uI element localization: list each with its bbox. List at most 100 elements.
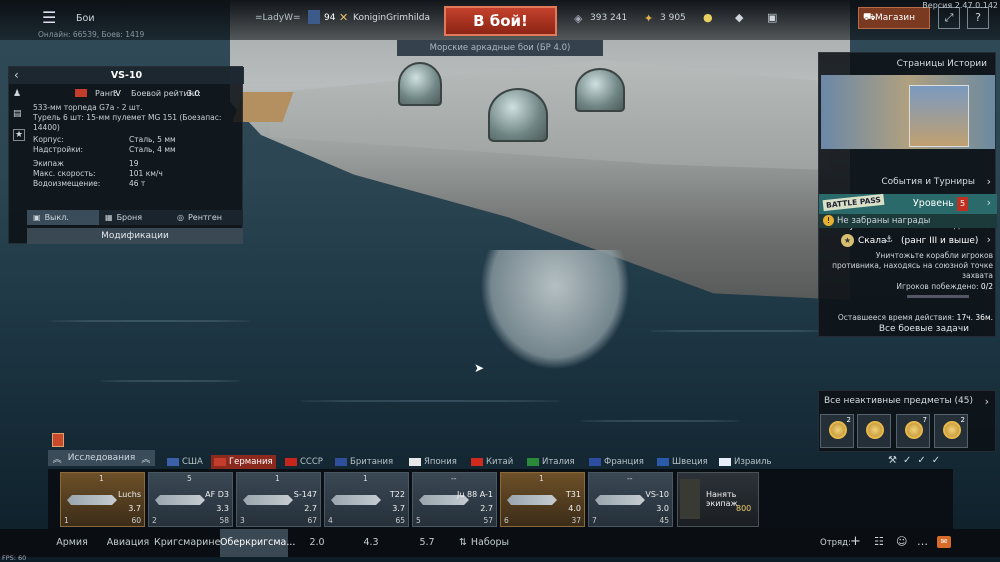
tab-aviation[interactable]: Авиация xyxy=(102,529,154,557)
double-check-icon[interactable]: ✓ xyxy=(917,455,925,466)
player-name[interactable]: KoniginGrimhilda xyxy=(353,13,430,23)
presets-button[interactable]: ⇅ Наборы xyxy=(456,529,512,557)
tab-kriegsmarine[interactable]: Кригсмарине xyxy=(154,529,220,557)
nation-tab[interactable]: СССР xyxy=(285,455,323,469)
chat-icon[interactable]: … xyxy=(917,535,928,548)
nation-flag-icon xyxy=(719,458,731,466)
superstructure-value: Сталь, 4 мм xyxy=(129,145,176,154)
cube-icon: ▣ xyxy=(33,213,41,222)
history-pages-link[interactable]: Страницы Истории xyxy=(819,53,995,75)
medal-item[interactable]: 7 xyxy=(896,414,930,448)
nation-flag-icon xyxy=(527,458,539,466)
events-tournaments-link[interactable]: События и Турниры › xyxy=(819,171,997,193)
game-mode-selector[interactable]: Морские аркадные бои (БР 4.0) xyxy=(397,40,603,56)
crew-level: 60 xyxy=(131,516,141,525)
medal-item[interactable]: 2 xyxy=(820,414,854,448)
vehicle-card[interactable]: 1 Luchs 3.7 1 60 xyxy=(60,472,145,527)
nation-label: Британия xyxy=(350,457,394,467)
checkmark-icon[interactable]: ✓ xyxy=(903,455,911,466)
inactive-items-link[interactable]: Все неактивные предметы (45) › xyxy=(819,391,995,411)
weapon-line: 533-мм торпеда G7a - 2 шт. xyxy=(33,103,143,112)
nation-tab[interactable]: США xyxy=(167,455,203,469)
vehicle-card[interactable]: -- Ju 88 A-1 2.7 5 57 xyxy=(412,472,497,527)
fps-counter: FPS: 60 xyxy=(2,554,27,562)
help-icon[interactable]: ? xyxy=(967,7,989,29)
vehicle-count: 1 xyxy=(363,474,368,483)
vehicle-card[interactable]: 1 T22 3.7 4 65 xyxy=(324,472,409,527)
all-battle-tasks-link[interactable]: Все боевые задачи xyxy=(829,324,969,334)
battles-label[interactable]: Бои xyxy=(76,13,95,24)
speed-value: 101 км/ч xyxy=(129,169,163,178)
friends-icon[interactable]: ☺ xyxy=(896,535,907,548)
turret-dome xyxy=(488,88,548,142)
battle-pass-level-label: Уровень xyxy=(913,198,954,209)
shop-button[interactable]: ⛟ Магазин xyxy=(858,7,930,29)
favorite-star-icon[interactable]: ★ xyxy=(13,129,25,141)
battle-task-header[interactable]: ★ Скала ⚓ (ранг III и выше) › xyxy=(819,231,997,251)
battle-pass-banner[interactable]: BATTLE PASS Уровень 5 › xyxy=(819,193,997,214)
unclaimed-rewards-row[interactable]: ! Не забраны награды xyxy=(819,214,997,228)
tab-oberkriegsmarine[interactable]: Оберкригсма... xyxy=(220,529,295,557)
nation-tab[interactable]: Япония xyxy=(409,455,457,469)
nation-tab[interactable]: Израиль xyxy=(719,455,771,469)
battle-pass-level-badge: 5 xyxy=(957,197,968,211)
vehicle-br: 2.7 xyxy=(480,504,493,513)
mail-icon[interactable]: ✉ xyxy=(937,536,951,548)
player-level: 94 xyxy=(324,13,336,23)
info-icon[interactable]: ▤ xyxy=(13,109,22,119)
history-banner-image[interactable] xyxy=(821,75,995,149)
crew-level: 57 xyxy=(483,516,493,525)
nation-tab[interactable]: Франция xyxy=(589,455,644,469)
nation-tab[interactable]: Германия xyxy=(211,455,276,469)
history-portrait-image xyxy=(909,85,969,147)
br-filter-2-0[interactable]: 2.0 xyxy=(300,529,334,557)
armor-icon: ▦ xyxy=(105,213,113,222)
checkmark-all-icon[interactable]: ✓ xyxy=(932,455,940,466)
armor-stats: Корпус: Сталь, 5 мм Надстройки: Сталь, 4 м… xyxy=(33,135,193,155)
br-filter-5-7[interactable]: 5.7 xyxy=(410,529,444,557)
ship-icon: ⚓ xyxy=(885,235,894,245)
vehicle-card[interactable]: 5 AF D3 3.3 2 58 xyxy=(148,472,233,527)
medal-count: 2 xyxy=(846,416,851,424)
germany-flag-icon xyxy=(75,89,87,97)
lightbulb-icon[interactable]: ● xyxy=(703,11,713,24)
nation-tab[interactable]: Китай xyxy=(471,455,513,469)
marketplace-icon[interactable]: ▣ xyxy=(767,11,777,24)
inactive-items-label: Все неактивные предметы (45) xyxy=(823,396,973,406)
crew-icon[interactable]: ♟ xyxy=(13,89,21,99)
weapon-line: Турель 6 шт: 15-мм пулемет MG 151 (Боеза… xyxy=(33,113,222,132)
fullscreen-icon[interactable]: ⤢ xyxy=(938,7,960,29)
hire-crew-card[interactable]: Нанять экипаж 800 xyxy=(677,472,759,527)
medal-item[interactable]: 2 xyxy=(934,414,968,448)
wrench-icon[interactable]: ⚒ xyxy=(888,455,897,466)
vehicle-name: S-147 xyxy=(293,490,317,499)
vehicle-card[interactable]: 1 T31 4.0 6 37 xyxy=(500,472,585,527)
to-battle-button[interactable]: В бой! xyxy=(444,6,557,36)
view-tab-label: Броня xyxy=(116,213,143,222)
tab-army[interactable]: Армия xyxy=(48,529,96,557)
view-tab-armor[interactable]: ▦ Броня xyxy=(99,210,171,225)
task-progress-bar xyxy=(907,295,969,298)
vehicle-card[interactable]: 1 S-147 2.7 3 67 xyxy=(236,472,321,527)
vehicle-card[interactable]: -- VS-10 3.0 7 45 xyxy=(588,472,673,527)
vehicle-name: Ju 88 A-1 xyxy=(457,490,493,499)
medal-item[interactable] xyxy=(857,414,891,448)
nation-label: Франция xyxy=(604,457,644,467)
nation-tab[interactable]: Британия xyxy=(335,455,393,469)
crew-level: 58 xyxy=(219,516,229,525)
research-button[interactable]: ︽ Исследования ︽ xyxy=(48,450,155,466)
menu-icon[interactable]: ☰ xyxy=(42,8,56,27)
crew-slot-number: 5 xyxy=(416,516,421,525)
vehicle-br: 3.3 xyxy=(216,504,229,513)
view-tab-off[interactable]: ▣ Выкл. xyxy=(27,210,99,225)
weapons-list: 533-мм торпеда G7a - 2 шт. Турель 6 шт: … xyxy=(33,103,242,133)
br-filter-4-3[interactable]: 4.3 xyxy=(354,529,388,557)
squad-tag[interactable]: =LadyW= xyxy=(255,13,301,23)
modifications-button[interactable]: Модификации xyxy=(27,228,243,244)
view-tab-xray[interactable]: ◎ Рентген xyxy=(171,210,243,225)
list-icon[interactable]: ☷ xyxy=(874,535,884,548)
add-squad-member-icon[interactable]: + xyxy=(850,534,861,549)
nation-tab[interactable]: Италия xyxy=(527,455,575,469)
nation-tab[interactable]: Швеция xyxy=(657,455,708,469)
crafting-icon[interactable]: ◆ xyxy=(735,11,743,24)
